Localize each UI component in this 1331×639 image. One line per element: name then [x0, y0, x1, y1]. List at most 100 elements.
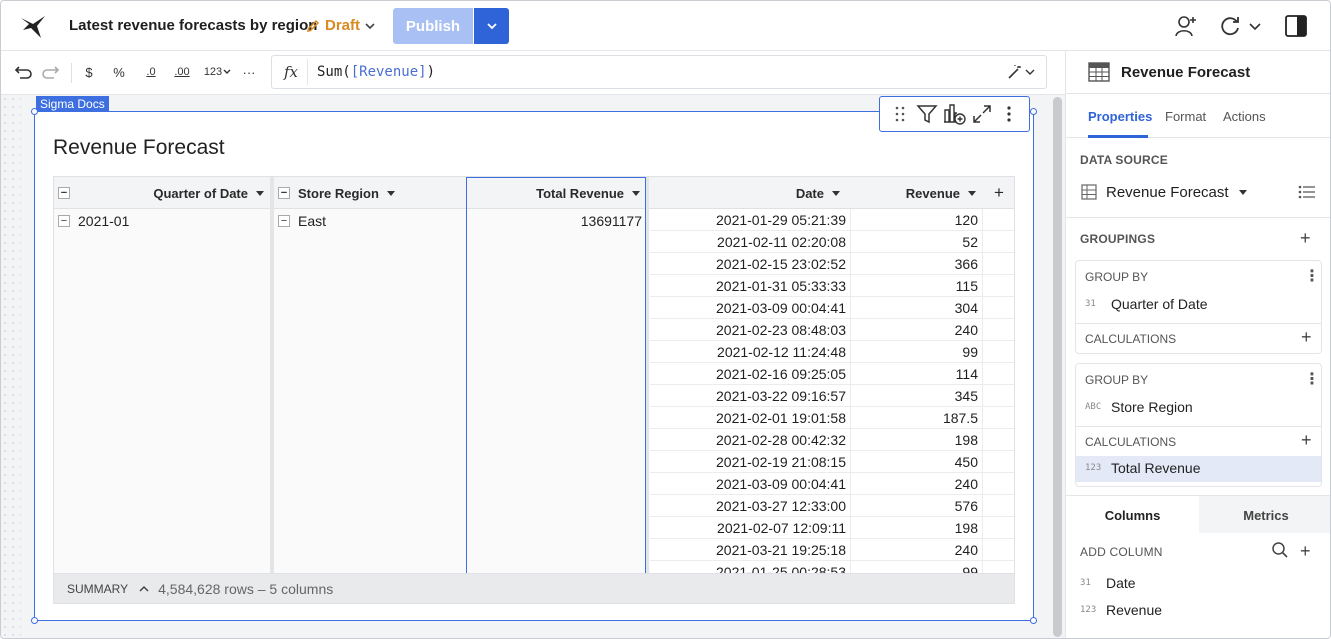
revenue-cell[interactable]: 99 [962, 564, 978, 573]
revenue-cell[interactable]: 240 [955, 322, 978, 338]
column-item-date[interactable]: 31 Date [1080, 575, 1136, 591]
date-cell[interactable]: 2021-03-09 00:04:41 [716, 476, 846, 492]
refresh-icon[interactable] [1217, 13, 1243, 39]
quarter-cell[interactable]: − 2021-01 [58, 211, 129, 231]
draft-status[interactable]: Draft [305, 17, 360, 34]
table-row[interactable]: 2021-02-11 02:20:08 52 [650, 231, 1014, 253]
publish-options-button[interactable] [474, 8, 509, 44]
expand-icon[interactable] [969, 101, 995, 127]
formula-input[interactable]: fx Sum([Revenue]) [271, 55, 1047, 89]
group-by-item[interactable]: 31 Quarter of Date [1085, 296, 1208, 312]
date-cell[interactable]: 2021-01-29 05:21:39 [716, 212, 846, 228]
table-row[interactable]: 2021-02-19 21:08:15 450 [650, 451, 1014, 473]
undo-icon[interactable] [11, 61, 33, 83]
table-row[interactable]: 2021-03-09 00:04:41 240 [650, 473, 1014, 495]
date-cell[interactable]: 2021-01-31 05:33:33 [716, 278, 846, 294]
collapse-icon[interactable]: − [58, 187, 70, 199]
chevron-down-icon[interactable] [1247, 13, 1263, 39]
resize-handle[interactable] [31, 617, 38, 624]
table-row[interactable]: 2021-02-12 11:24:48 99 [650, 341, 1014, 363]
date-cell[interactable]: 2021-02-07 12:09:11 [717, 520, 846, 536]
drag-handle-icon[interactable] [887, 101, 913, 127]
redo-icon[interactable] [41, 61, 63, 83]
collapse-icon[interactable]: − [58, 215, 70, 227]
revenue-cell[interactable]: 240 [955, 542, 978, 558]
date-cell[interactable]: 2021-02-19 21:08:15 [716, 454, 846, 470]
workbook-canvas[interactable]: Revenue Forecast − Quarter of Date − Sto… [1, 95, 1065, 638]
add-column-button[interactable]: + [984, 177, 1014, 209]
element-title[interactable]: Revenue Forecast [53, 136, 225, 160]
kebab-menu-icon[interactable]: ⋮ [1304, 369, 1320, 389]
table-row[interactable]: 2021-03-27 12:33:00 576 [650, 495, 1014, 517]
revenue-cell[interactable]: 304 [955, 300, 978, 316]
revenue-cell[interactable]: 114 [956, 366, 978, 382]
date-cell[interactable]: 2021-03-22 09:16:57 [716, 388, 846, 404]
table-row[interactable]: 2021-02-23 08:48:03 240 [650, 319, 1014, 341]
summary-bar[interactable]: SUMMARY 4,584,628 rows – 5 columns [54, 573, 1014, 603]
table-row[interactable]: 2021-02-07 12:09:11 198 [650, 517, 1014, 539]
revenue-cell[interactable]: 198 [955, 520, 978, 536]
table-row[interactable]: 2021-03-22 09:16:57 345 [650, 385, 1014, 407]
caret-down-icon[interactable] [256, 190, 264, 196]
resize-handle[interactable] [1030, 617, 1037, 624]
table-row[interactable]: 2021-01-31 05:33:33 115 [650, 275, 1014, 297]
filter-icon[interactable] [914, 101, 940, 127]
tab-columns[interactable]: Columns [1066, 496, 1199, 534]
date-cell[interactable]: 2021-02-16 09:25:05 [716, 366, 846, 382]
date-cell[interactable]: 2021-02-01 19:01:58 [716, 410, 846, 426]
add-calculation-button[interactable]: + [1301, 431, 1312, 449]
add-grouping-button[interactable]: + [1300, 229, 1311, 247]
table-row[interactable]: 2021-02-16 09:25:05 114 [650, 363, 1014, 385]
publish-button[interactable]: Publish [393, 8, 473, 44]
sigma-logo-icon[interactable] [19, 12, 47, 40]
column-separator[interactable] [646, 177, 649, 573]
table-row[interactable]: 2021-02-01 19:01:58 187.5 [650, 407, 1014, 429]
revenue-cell[interactable]: 198 [955, 432, 978, 448]
region-cell[interactable]: − East [278, 211, 326, 231]
caret-down-icon[interactable] [968, 190, 976, 196]
decrease-decimals-button[interactable]: .0 [139, 61, 163, 83]
magic-wand-icon[interactable] [1006, 64, 1036, 80]
date-cell[interactable]: 2021-01-25 00:28:53 [716, 564, 846, 573]
table-row[interactable]: 2021-02-15 23:02:52 366 [650, 253, 1014, 275]
pivot-table-element[interactable]: Revenue Forecast − Quarter of Date − Sto… [34, 96, 1034, 621]
tab-properties[interactable]: Properties [1088, 109, 1152, 124]
resize-handle[interactable] [1030, 108, 1037, 115]
list-icon[interactable] [1298, 185, 1316, 199]
currency-format-button[interactable]: $ [79, 61, 99, 83]
collapse-icon[interactable]: − [278, 187, 290, 199]
group-by-item[interactable]: ABC Store Region [1085, 399, 1193, 415]
header-revenue[interactable]: Revenue [850, 177, 976, 209]
table-row[interactable]: 2021-02-28 00:42:32 198 [650, 429, 1014, 451]
panel-title[interactable]: Revenue Forecast [1121, 64, 1250, 81]
date-cell[interactable]: 2021-03-27 12:33:00 [716, 498, 846, 514]
revenue-cell[interactable]: 366 [955, 256, 978, 272]
table-row[interactable]: 2021-01-25 00:28:53 99 [650, 561, 1014, 573]
tab-metrics[interactable]: Metrics [1199, 496, 1330, 534]
chevron-down-icon[interactable] [363, 17, 377, 35]
collapse-icon[interactable]: − [278, 215, 290, 227]
more-options-button[interactable]: ··· [239, 61, 259, 83]
column-separator[interactable] [270, 177, 274, 573]
calculation-item[interactable]: 123 Total Revenue [1085, 460, 1201, 476]
date-cell[interactable]: 2021-02-12 11:24:48 [717, 344, 846, 360]
revenue-cell[interactable]: 240 [955, 476, 978, 492]
add-chart-icon[interactable] [941, 101, 967, 127]
column-item-revenue[interactable]: 123 Revenue [1080, 602, 1162, 618]
revenue-cell[interactable]: 576 [955, 498, 978, 514]
date-cell[interactable]: 2021-02-23 08:48:03 [716, 322, 846, 338]
header-store-region[interactable]: − Store Region [278, 177, 466, 209]
percent-format-button[interactable]: % [109, 61, 129, 83]
revenue-cell[interactable]: 115 [956, 278, 978, 294]
date-cell[interactable]: 2021-03-21 19:25:18 [716, 542, 846, 558]
date-cell[interactable]: 2021-03-09 00:04:41 [716, 300, 846, 316]
revenue-cell[interactable]: 120 [955, 212, 978, 228]
add-user-icon[interactable] [1173, 13, 1199, 39]
revenue-cell[interactable]: 450 [955, 454, 978, 470]
date-cell[interactable]: 2021-02-11 02:20:08 [717, 234, 846, 250]
table-row[interactable]: 2021-03-21 19:25:18 240 [650, 539, 1014, 561]
increase-decimals-button[interactable]: .00 [169, 61, 195, 83]
add-calculation-button[interactable]: + [1301, 328, 1312, 346]
revenue-cell[interactable]: 52 [962, 234, 978, 250]
revenue-cell[interactable]: 345 [955, 388, 978, 404]
